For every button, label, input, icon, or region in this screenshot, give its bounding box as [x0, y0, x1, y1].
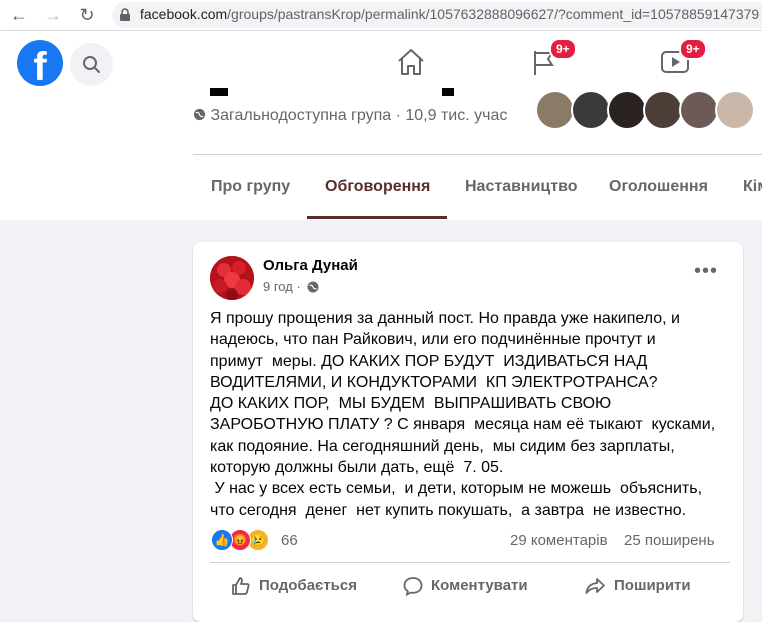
member-avatar[interactable] — [607, 90, 647, 130]
forward-arrow-icon[interactable]: → — [42, 4, 64, 26]
tab-announcements[interactable]: Оголошення — [609, 178, 708, 196]
share-arrow-icon — [585, 578, 605, 594]
group-privacy-line: Загальнодоступна група · 10,9 тис. учас — [193, 107, 507, 125]
globe-icon — [193, 108, 206, 121]
like-label: Подобається — [259, 577, 357, 594]
post-timestamp[interactable]: 9 год · — [263, 279, 301, 294]
url-host: facebook.com — [140, 6, 228, 22]
groups-badge: 9+ — [549, 38, 577, 60]
tab-mentorship[interactable]: Наставництво — [465, 178, 578, 196]
tab-about[interactable]: Про групу — [211, 178, 290, 196]
member-avatar[interactable] — [715, 90, 755, 130]
url-path: /groups/pastransKrop/permalink/105763288… — [227, 6, 760, 22]
like-reaction-icon: 👍 — [211, 529, 233, 551]
member-avatar[interactable] — [535, 90, 575, 130]
shares-count[interactable]: 25 поширень — [624, 532, 715, 549]
share-label: Поширити — [614, 577, 691, 594]
thumbs-up-icon — [232, 577, 250, 595]
public-globe-icon — [307, 281, 319, 293]
facebook-logo-letter: f — [33, 45, 47, 86]
post-body-text: Я прошу прощения за данный пост. Но прав… — [210, 310, 716, 519]
member-avatar[interactable] — [643, 90, 683, 130]
watch-badge: 9+ — [679, 38, 707, 60]
post-more-options-button[interactable]: ••• — [692, 261, 720, 284]
comment-bubble-icon — [403, 577, 423, 597]
member-avatar[interactable] — [679, 90, 719, 130]
reactions-count[interactable]: 66 — [281, 532, 298, 549]
tab-discussion[interactable]: Обговорення — [325, 178, 430, 196]
author-avatar[interactable] — [210, 256, 254, 300]
search-icon — [83, 56, 100, 73]
active-tab-indicator — [307, 216, 447, 219]
comments-count[interactable]: 29 коментарів — [510, 532, 608, 549]
tab-rooms[interactable]: Кім — [743, 178, 762, 196]
search-button[interactable] — [70, 43, 113, 86]
group-title-partial — [210, 82, 570, 96]
like-button[interactable]: Подобається — [222, 567, 382, 605]
facebook-logo[interactable]: f — [17, 40, 63, 86]
author-avatar-image — [210, 256, 254, 300]
back-arrow-icon[interactable]: ← — [8, 4, 30, 26]
group-privacy-text: Загальнодоступна група · 10,9 тис. учас — [210, 107, 508, 124]
comment-button[interactable]: Коментувати — [396, 567, 556, 605]
home-icon[interactable] — [395, 46, 427, 78]
member-avatar[interactable] — [571, 90, 611, 130]
reload-icon[interactable]: ↻ — [76, 4, 98, 26]
lock-icon[interactable] — [118, 8, 132, 22]
url-text: facebook.com/groups/pastransKrop/permali… — [140, 6, 759, 22]
post-actions-divider — [210, 562, 730, 563]
share-button[interactable]: Поширити — [578, 567, 728, 605]
group-header-divider — [193, 154, 762, 155]
comment-label: Коментувати — [431, 577, 528, 594]
author-name[interactable]: Ольга Дунай — [263, 257, 358, 274]
